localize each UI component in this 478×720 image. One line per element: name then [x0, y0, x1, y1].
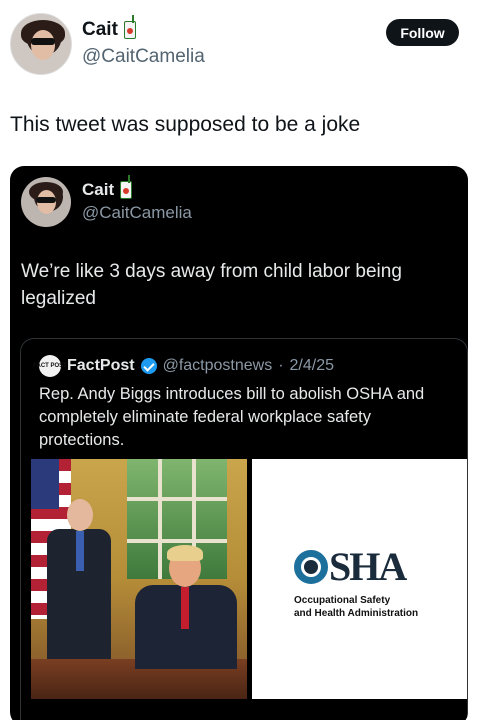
meta-separator: · — [278, 357, 284, 374]
osha-subtitle-line2: and Health Administration — [294, 608, 419, 619]
osha-subtitle-line1: Occupational Safety — [294, 595, 391, 606]
standing-man-tie — [76, 531, 84, 571]
seated-man — [131, 545, 241, 669]
osha-logo: SHA — [294, 544, 407, 589]
verified-check-icon — [140, 358, 157, 374]
quoted-tweet-text: We’re like 3 days away from child labor … — [21, 261, 402, 309]
osha-logo-image[interactable]: SHA Occupational Safety and Health Admin… — [252, 459, 467, 699]
nested-quote-card[interactable]: FACT POST FactPost @factpostnews · 2/4/2… — [20, 338, 468, 720]
quoted-avatar-sunglasses — [36, 197, 56, 203]
quoted-author-handle[interactable]: @CaitCamelia — [82, 203, 192, 223]
avatar[interactable] — [10, 13, 72, 75]
juice-box-icon — [123, 15, 136, 39]
author-handle[interactable]: @CaitCamelia — [82, 46, 205, 68]
tweet-header: Cait @CaitCamelia Follow — [0, 0, 478, 90]
seated-man-hair — [167, 545, 203, 561]
standing-man-head — [67, 499, 93, 531]
quoted-name-row[interactable]: Cait — [82, 175, 133, 200]
juice-box-icon — [120, 175, 133, 199]
nested-tweet-text: Rep. Andy Biggs introduces bill to aboli… — [39, 385, 425, 449]
osha-o-mark-icon — [294, 550, 328, 584]
nested-author-name[interactable]: FactPost — [67, 357, 135, 375]
author-name[interactable]: Cait — [82, 19, 118, 41]
quoted-author-name[interactable]: Cait — [82, 180, 114, 200]
nested-author-handle[interactable]: @factpostnews — [163, 357, 273, 375]
seated-man-tie — [181, 587, 189, 629]
follow-button[interactable]: Follow — [386, 19, 459, 46]
osha-subtitle: Occupational Safety and Health Administr… — [294, 594, 418, 620]
standing-man — [43, 499, 115, 669]
avatar-sunglasses — [31, 38, 55, 45]
oval-office-photo[interactable] — [31, 459, 247, 699]
avatar-face — [31, 30, 55, 60]
nested-quote-header: FACT POST FactPost @factpostnews · 2/4/2… — [33, 355, 334, 377]
author-name-row[interactable]: Cait — [82, 15, 136, 41]
quoted-tweet-card[interactable]: Cait @CaitCamelia We’re like 3 days away… — [10, 166, 468, 720]
nested-date[interactable]: 2/4/25 — [290, 357, 334, 375]
quoted-avatar[interactable] — [21, 177, 71, 227]
tweet-text: This tweet was supposed to be a joke — [10, 113, 361, 136]
factpost-logo-icon[interactable]: FACT POST — [33, 355, 67, 377]
osha-wordmark: SHA — [329, 544, 407, 589]
